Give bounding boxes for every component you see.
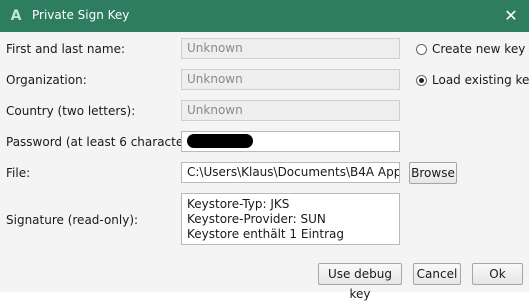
window-title: Private Sign Key	[32, 8, 130, 22]
signature-label: Signature (read-only):	[6, 213, 139, 227]
file-path-field[interactable]: C:\Users\Klaus\Documents\B4A Apps\K	[181, 162, 400, 183]
signature-line: Keystore enthält 1 Eintrag	[187, 227, 345, 241]
name-label: First and last name:	[6, 42, 125, 56]
country-label: Country (two letters):	[6, 104, 136, 118]
signature-line: Keystore-Provider: SUN	[187, 212, 326, 226]
radio-create-new-key[interactable]: Create new key	[416, 41, 525, 57]
radio-load-existing-key[interactable]: Load existing key	[416, 72, 529, 88]
browse-button[interactable]: Browse	[409, 162, 457, 184]
file-label: File:	[6, 166, 31, 180]
use-debug-key-button[interactable]: Use debug key	[318, 263, 402, 301]
cancel-button[interactable]: Cancel	[413, 263, 461, 285]
title-bar: A Private Sign Key ✕	[0, 0, 529, 32]
ok-button[interactable]: Ok	[472, 263, 523, 285]
country-field[interactable]: Unknown	[181, 100, 400, 121]
signature-line: Keystore-Typ: JKS	[187, 197, 290, 211]
radio-load-existing-label: Load existing key	[432, 73, 529, 87]
app-logo-icon: A	[10, 8, 22, 24]
organization-label: Organization:	[6, 73, 87, 87]
redaction-mark	[187, 134, 253, 148]
private-sign-key-dialog: A Private Sign Key ✕ First and last name…	[0, 0, 529, 301]
close-icon[interactable]: ✕	[499, 4, 523, 28]
radio-unchecked-icon	[416, 43, 427, 55]
radio-checked-icon	[416, 74, 427, 86]
password-label: Password (at least 6 characters):	[6, 135, 204, 149]
radio-create-new-label: Create new key	[432, 42, 526, 56]
password-field[interactable]	[181, 131, 400, 152]
name-field[interactable]: Unknown	[181, 38, 400, 59]
organization-field[interactable]: Unknown	[181, 69, 400, 90]
signature-textarea[interactable]: Keystore-Typ: JKS Keystore-Provider: SUN…	[181, 193, 400, 245]
